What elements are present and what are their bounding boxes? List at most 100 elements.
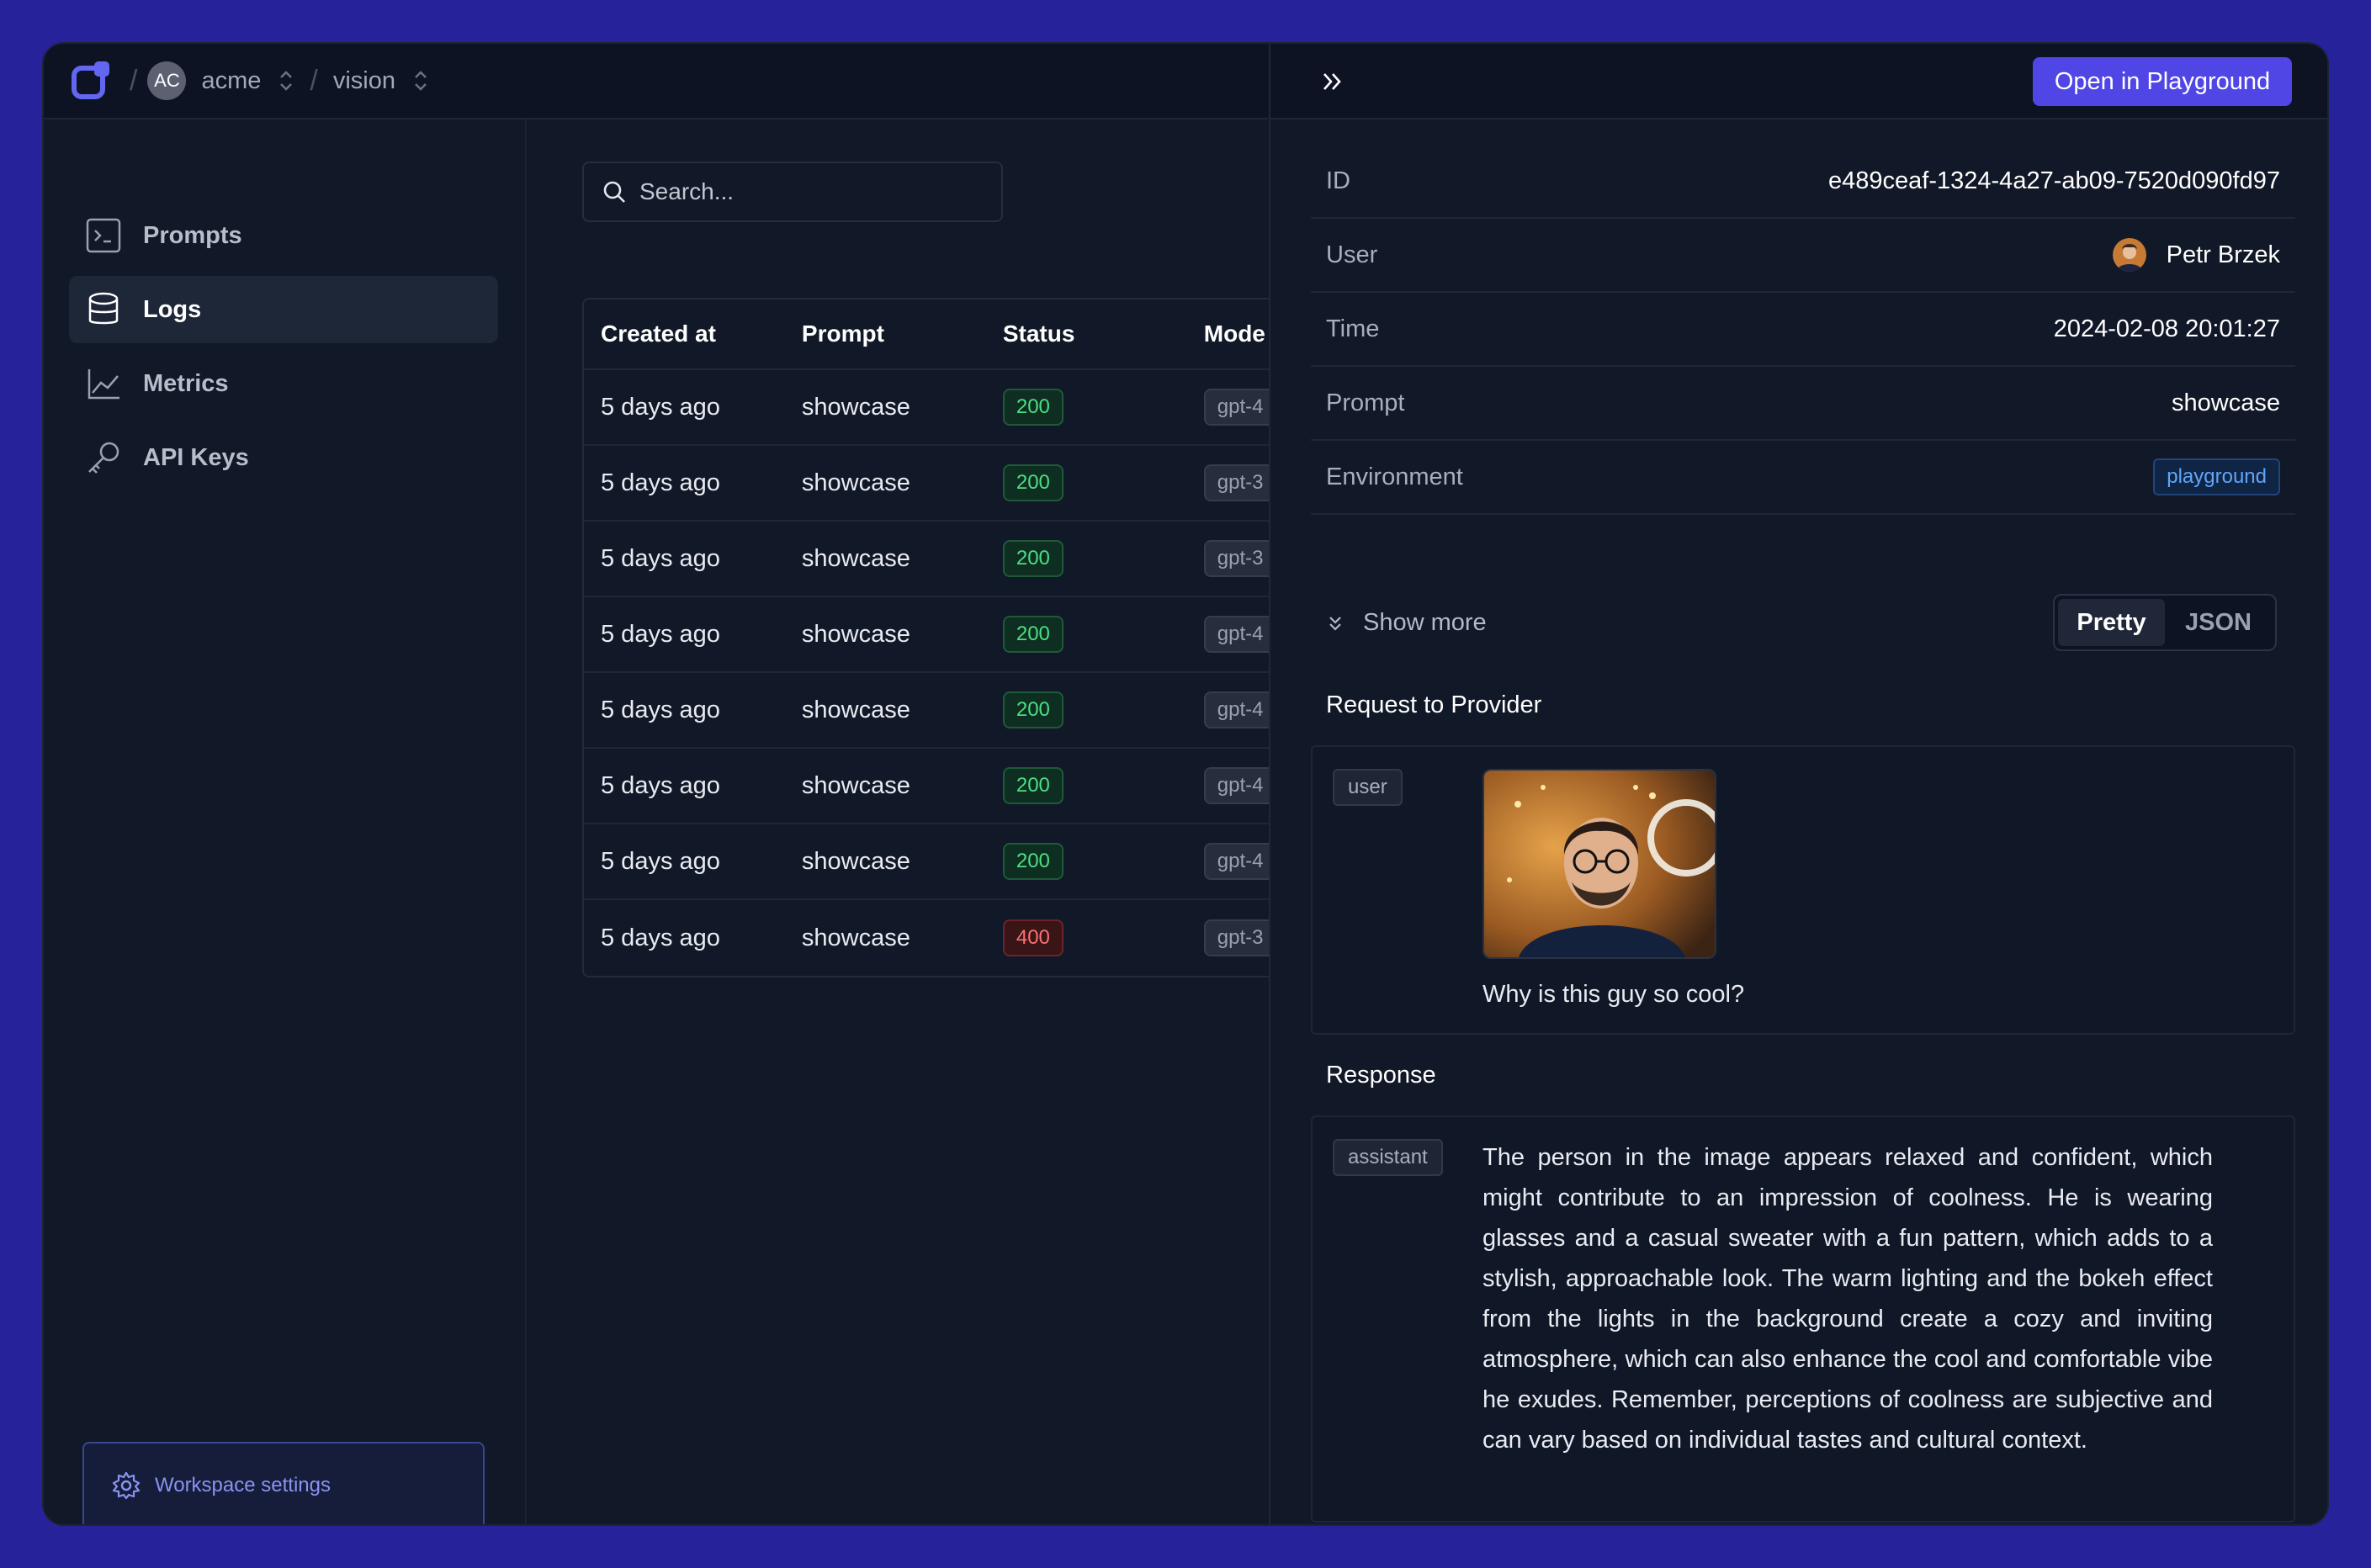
model-tag: gpt-3 — [1203, 540, 1269, 577]
field-time: Time 2024-02-08 20:01:27 — [1311, 293, 2295, 367]
top-bar: / AC acme / vision — [44, 44, 1268, 119]
terminal-icon — [86, 218, 121, 253]
breadcrumb-separator: / — [310, 64, 318, 97]
status-badge: 200 — [1002, 767, 1064, 804]
table-row[interactable]: 5 days ago showcase 200 gpt-3 — [584, 522, 1269, 597]
cell-model: gpt-4 — [1187, 767, 1269, 804]
cell-created: 5 days ago — [601, 544, 720, 572]
cell-prompt: showcase — [801, 544, 910, 572]
cell-prompt: showcase — [801, 620, 910, 648]
gear-icon — [112, 1471, 141, 1500]
chevron-up-down-icon[interactable] — [412, 68, 429, 93]
field-id: ID e489ceaf-1324-4a27-ab09-7520d090fd97 — [1311, 145, 2295, 219]
cell-model: gpt-4 — [1187, 389, 1269, 426]
column-header-created[interactable]: Created at — [584, 320, 785, 347]
cell-prompt: showcase — [801, 393, 910, 421]
logs-table: Created at Prompt Status Mode 5 days ago… — [582, 298, 1269, 977]
workspace-settings-button[interactable]: Workspace settings — [82, 1442, 485, 1524]
chevrons-right-icon[interactable] — [1318, 67, 1346, 96]
cell-created: 5 days ago — [601, 924, 720, 951]
sidebar-item-logs[interactable]: Logs — [69, 276, 498, 343]
model-tag: gpt-3 — [1203, 464, 1269, 501]
cell-prompt: showcase — [801, 469, 910, 496]
table-row[interactable]: 5 days ago showcase 200 gpt-4 — [584, 824, 1269, 900]
status-badge: 200 — [1002, 616, 1064, 653]
table-row[interactable]: 5 days ago showcase 200 gpt-4 — [584, 597, 1269, 673]
user-value: Petr Brzek — [2112, 238, 2280, 272]
view-mode-json[interactable]: JSON — [2165, 599, 2272, 646]
response-text: The person in the image appears relaxed … — [1483, 1144, 2213, 1454]
column-header-model[interactable]: Mode — [1187, 320, 1269, 347]
role-badge-assistant: assistant — [1333, 1139, 1443, 1176]
field-value: e489ceaf-1324-4a27-ab09-7520d090fd97 — [1828, 167, 2280, 194]
cell-created: 5 days ago — [601, 620, 720, 648]
cell-model: gpt-4 — [1187, 843, 1269, 880]
app-logo-icon[interactable] — [69, 58, 114, 103]
show-more-button[interactable]: Show more — [1326, 609, 1487, 637]
model-tag: gpt-4 — [1203, 767, 1269, 804]
log-detail-panel: Open in Playground ID e489ceaf-1324-4a27… — [1269, 44, 2327, 1524]
table-row[interactable]: 5 days ago showcase 200 gpt-4 — [584, 673, 1269, 749]
role-badge-user: user — [1333, 769, 1403, 806]
cell-model: gpt-3 — [1187, 919, 1269, 956]
column-header-prompt[interactable]: Prompt — [785, 320, 986, 347]
cell-prompt: showcase — [801, 696, 910, 723]
request-text: Why is this guy so cool? — [1483, 981, 1745, 1008]
chart-line-icon — [88, 369, 119, 400]
model-tag: gpt-4 — [1203, 843, 1269, 880]
view-mode-pretty[interactable]: Pretty — [2058, 599, 2165, 646]
search-input[interactable] — [639, 178, 976, 205]
status-badge: 200 — [1002, 843, 1064, 880]
cell-created: 5 days ago — [601, 696, 720, 723]
table-header: Created at Prompt Status Mode — [584, 299, 1269, 370]
field-label: User — [1326, 241, 1378, 268]
table-row[interactable]: 5 days ago showcase 200 gpt-4 — [584, 370, 1269, 446]
cell-created: 5 days ago — [601, 847, 720, 875]
search-box[interactable] — [582, 162, 1003, 222]
cell-status: 200 — [986, 464, 1187, 501]
cell-status: 200 — [986, 691, 1187, 728]
open-in-playground-button[interactable]: Open in Playground — [2033, 57, 2292, 106]
cell-status: 400 — [986, 919, 1187, 956]
status-badge: 200 — [1002, 540, 1064, 577]
project-name[interactable]: vision — [333, 67, 395, 95]
column-header-status[interactable]: Status — [986, 320, 1187, 347]
cell-model: gpt-3 — [1187, 540, 1269, 577]
request-message: user Why is this guy so cool? — [1311, 745, 2295, 1035]
sidebar-item-label: Logs — [143, 295, 202, 323]
response-message: assistant The person in the image appear… — [1311, 1115, 2295, 1523]
field-prompt: Prompt showcase — [1311, 367, 2295, 441]
cell-status: 200 — [986, 843, 1187, 880]
key-icon — [88, 442, 119, 474]
sidebar: Prompts Logs Metrics API Keys Workspace … — [44, 119, 527, 1524]
database-icon — [88, 292, 119, 325]
sidebar-item-metrics[interactable]: Metrics — [69, 350, 498, 417]
cell-created: 5 days ago — [601, 469, 720, 496]
field-environment: Environment playground — [1311, 441, 2295, 515]
sidebar-item-label: Prompts — [143, 221, 242, 249]
chevron-up-down-icon[interactable] — [278, 68, 294, 93]
logs-panel: Created at Prompt Status Mode 5 days ago… — [528, 119, 1269, 1524]
cell-model: gpt-4 — [1187, 616, 1269, 653]
cell-prompt: showcase — [801, 771, 910, 799]
sidebar-item-api-keys[interactable]: API Keys — [69, 424, 498, 491]
cell-created: 5 days ago — [601, 393, 720, 421]
attached-image[interactable] — [1483, 769, 1716, 959]
field-value: 2024-02-08 20:01:27 — [2053, 315, 2280, 342]
workspace-settings-label: Workspace settings — [155, 1474, 331, 1496]
status-badge: 200 — [1002, 389, 1064, 426]
org-avatar[interactable]: AC — [147, 61, 187, 100]
sidebar-item-label: API Keys — [143, 443, 249, 471]
sidebar-item-prompts[interactable]: Prompts — [69, 202, 498, 269]
cell-status: 200 — [986, 767, 1187, 804]
cell-status: 200 — [986, 540, 1187, 577]
table-row[interactable]: 5 days ago showcase 200 gpt-3 — [584, 446, 1269, 522]
field-user: User Petr Brzek — [1311, 219, 2295, 293]
model-tag: gpt-3 — [1203, 919, 1269, 956]
breadcrumb-separator: / — [130, 64, 138, 97]
table-row[interactable]: 5 days ago showcase 200 gpt-4 — [584, 749, 1269, 824]
table-row[interactable]: 5 days ago showcase 400 gpt-3 — [584, 900, 1269, 976]
cell-status: 200 — [986, 389, 1187, 426]
org-name[interactable]: acme — [201, 67, 261, 95]
app-window: / AC acme / vision Prompts Logs Metrics … — [42, 42, 2329, 1526]
